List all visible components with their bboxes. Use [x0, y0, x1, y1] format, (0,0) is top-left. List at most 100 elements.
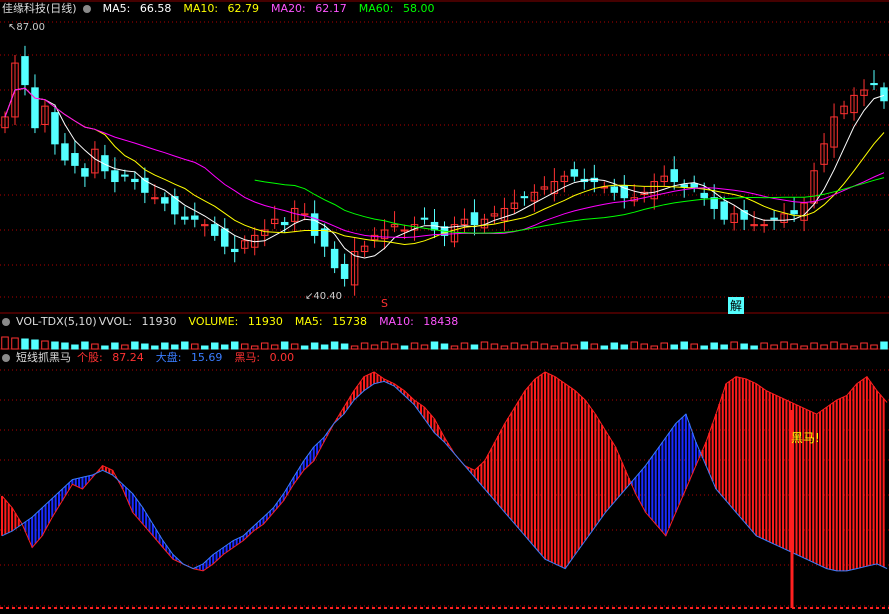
volume-bar [191, 343, 199, 350]
ma10-line [4, 87, 885, 246]
sell-signal-label: 解 [728, 297, 745, 314]
candle-body [670, 169, 678, 183]
stock-name[interactable]: 佳缘科技(日线) [2, 2, 77, 15]
candle-body [221, 228, 229, 247]
volume-bar [540, 343, 549, 350]
volume-bar [221, 344, 229, 350]
volume-bar [230, 341, 239, 350]
candle-body [211, 224, 219, 236]
candle-body [161, 197, 169, 204]
stock-line [1, 371, 888, 572]
volume-bar [410, 342, 419, 350]
volume-bar [790, 343, 798, 350]
candle-body [230, 248, 239, 253]
candle-body [570, 169, 579, 177]
volume-bar [400, 345, 409, 350]
high-marker-label: ↖87.00 [8, 22, 46, 33]
volume-bar [270, 344, 279, 350]
volume-bar [620, 344, 629, 350]
volume-bar [211, 342, 219, 350]
volume-bar [250, 345, 259, 350]
volume-bar [740, 343, 748, 350]
indicator-name[interactable]: 短线抓黑马 [16, 351, 71, 364]
indicator-panel-header: 短线抓黑马 个股: 87.24 大盘: 15.69 黑马: 0.00 [2, 351, 306, 365]
volume-bar [530, 341, 539, 350]
volume-bar [280, 341, 289, 350]
volume-bar [820, 344, 828, 350]
candle-body [280, 221, 289, 226]
volume-bar [101, 345, 109, 350]
volume-bar [171, 344, 179, 350]
volume-bar [830, 341, 838, 350]
volume-bar [320, 344, 329, 350]
candle-body [21, 56, 29, 86]
volume-bar [61, 342, 69, 350]
candle-body [870, 83, 878, 86]
volume-menu-icon[interactable] [2, 318, 10, 326]
candle-body [51, 112, 59, 145]
candle-body [330, 248, 339, 269]
volume-bar [420, 344, 429, 350]
candle-body [191, 215, 199, 220]
volume-bar [300, 345, 309, 350]
volume-bar [880, 341, 888, 350]
volume-bar [710, 342, 718, 350]
volume-bar [750, 345, 758, 350]
candle-body [181, 216, 189, 220]
volume-bar [470, 344, 479, 350]
candle-body [720, 201, 728, 220]
volume-bar [71, 344, 79, 350]
volume-bar [460, 342, 469, 350]
volume-bar [131, 341, 139, 350]
indicator-menu-icon[interactable] [2, 354, 10, 362]
volume-bar [560, 342, 569, 350]
ma20-readout: MA20: 62.17 [271, 2, 347, 15]
candle-body [760, 224, 768, 227]
volume-bar [260, 342, 269, 350]
volume-bar [111, 342, 119, 350]
candle-body [31, 87, 39, 129]
volume-bar [840, 343, 848, 350]
volume-bar [121, 344, 129, 350]
candle-body [320, 228, 329, 247]
low-marker-label: ↙40.40 [305, 291, 343, 302]
volume-bar [640, 343, 649, 350]
stock-readout: 个股: 87.24 [77, 351, 144, 364]
volume-bar [570, 344, 579, 350]
volume-bar [770, 344, 778, 350]
volume-bar [760, 342, 768, 350]
candle-body [680, 184, 688, 188]
candle-body [61, 143, 69, 161]
candle-body [790, 210, 798, 215]
volume-bar [290, 343, 299, 350]
volume-bar [240, 343, 249, 350]
volume-bar [91, 343, 99, 350]
volume-bar [610, 342, 619, 350]
volume-bar [430, 341, 439, 350]
volume-indicator-name[interactable]: VOL-TDX(5,10) [16, 315, 97, 328]
black-horse-label: 黑马! [791, 431, 820, 445]
panel-menu-icon[interactable] [82, 5, 91, 13]
volume-bar [780, 341, 788, 350]
volume-bar [81, 341, 89, 350]
volume-bar [810, 342, 818, 350]
volume-bar [201, 345, 209, 350]
volume-bar [480, 341, 489, 350]
volume-bar [600, 345, 609, 350]
volume-bar [1, 336, 9, 350]
volume-bar [181, 341, 189, 350]
volume-bar [21, 338, 29, 350]
volume-bar [380, 341, 389, 350]
market-line [1, 380, 888, 572]
volume-bar [730, 341, 738, 350]
ma60-readout: MA60: 58.00 [358, 2, 435, 15]
volume-bar [390, 343, 399, 350]
volume-readout: VOLUME: 11930 [188, 315, 283, 328]
candle-body [71, 153, 79, 166]
volume-bar [650, 345, 659, 350]
stock-chart[interactable] [0, 0, 889, 614]
candle-body [880, 87, 888, 102]
volume-bar [310, 342, 319, 350]
vol-ma10-readout: MA10: 18438 [379, 315, 459, 328]
candle-body [710, 197, 718, 209]
